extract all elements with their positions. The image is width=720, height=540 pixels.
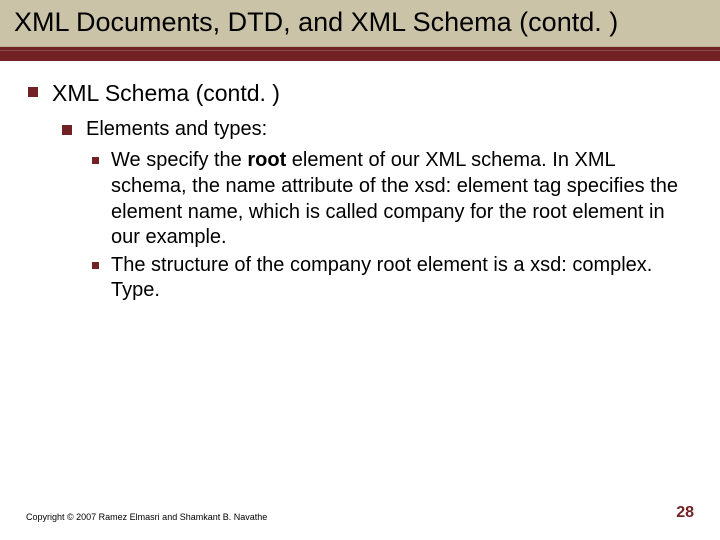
square-bullet-icon	[62, 125, 72, 135]
list-item: We specify the root element of our XML s…	[92, 148, 692, 250]
list-item: Elements and types: We specify the root …	[62, 117, 692, 304]
footer: Copyright © 2007 Ramez Elmasri and Shamk…	[0, 504, 720, 522]
square-bullet-icon	[92, 262, 99, 269]
text-run: We specify the	[111, 149, 247, 171]
level1-text: XML Schema (contd. )	[52, 79, 280, 108]
list-item: XML Schema (contd. ) Elements and types:	[28, 79, 692, 304]
list-item: The structure of the company root elemen…	[92, 253, 692, 304]
square-bullet-icon	[92, 157, 99, 164]
level3-text: The structure of the company root elemen…	[111, 253, 692, 304]
slide-content: XML Schema (contd. ) Elements and types:	[0, 61, 720, 304]
title-bar: XML Documents, DTD, and XML Schema (cont…	[0, 0, 720, 47]
bold-text: root	[247, 149, 286, 171]
page-number: 28	[676, 504, 694, 522]
level3-text: We specify the root element of our XML s…	[111, 148, 692, 250]
accent-strip	[0, 47, 720, 61]
level2-text: Elements and types:	[86, 117, 267, 143]
copyright-text: Copyright © 2007 Ramez Elmasri and Shamk…	[26, 512, 267, 522]
square-bullet-icon	[28, 87, 38, 97]
slide-title: XML Documents, DTD, and XML Schema (cont…	[14, 6, 706, 38]
